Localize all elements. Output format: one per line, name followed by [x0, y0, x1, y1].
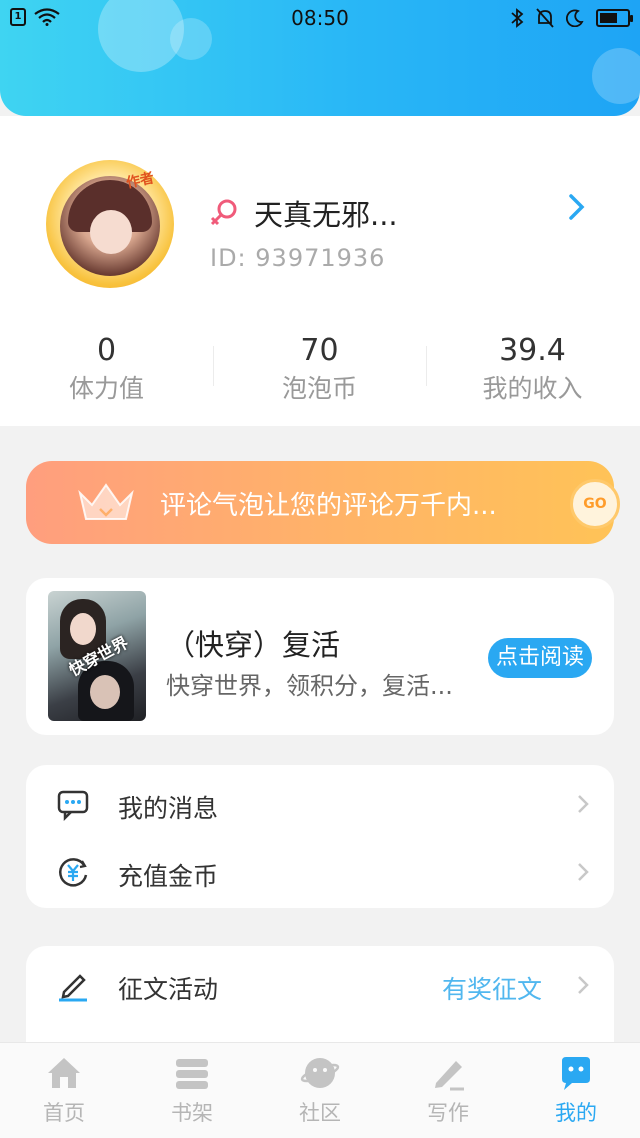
read-button[interactable]: 点击阅读	[488, 638, 592, 678]
menu-label: 征文活动	[118, 975, 219, 1004]
bluetooth-icon	[511, 8, 524, 28]
tab-label: 书架	[171, 1101, 213, 1125]
stat-bubble-coins[interactable]: 70 泡泡币	[213, 332, 426, 412]
decor-bubble	[592, 48, 640, 104]
stat-label: 泡泡币	[281, 374, 357, 403]
coin-icon	[59, 858, 88, 887]
book-card[interactable]: 快穿世界 （快穿）复活 快穿世界，领积分，复活... 点击阅读	[26, 578, 614, 735]
book-description: 快穿世界，领积分，复活...	[166, 672, 453, 700]
menu-label: 我的消息	[118, 794, 219, 823]
mute-bell-icon	[536, 8, 554, 28]
user-id: ID: 93971936	[210, 244, 386, 272]
chevron-right-icon	[578, 795, 589, 813]
essay-contest-tag: 有奖征文	[442, 975, 543, 1004]
stat-label: 我的收入	[482, 374, 583, 403]
status-right	[510, 8, 633, 28]
menu-item-messages[interactable]: 我的消息	[26, 769, 614, 837]
username: 天真无邪...	[254, 198, 398, 232]
stat-value: 39.4	[499, 333, 566, 368]
bookshelf-icon	[176, 1059, 208, 1089]
promo-banner[interactable]: 评论气泡让您的评论万千内... GO	[26, 461, 620, 544]
chevron-right-icon	[578, 976, 589, 994]
go-button[interactable]: GO	[570, 479, 620, 529]
message-icon	[57, 790, 89, 821]
tab-label: 首页	[43, 1101, 85, 1125]
book-cover[interactable]: 快穿世界	[48, 591, 146, 721]
stat-value: 70	[300, 333, 339, 368]
menu-item-essay-contest[interactable]: 征文活动 有奖征文	[26, 950, 614, 1018]
book-title: （快穿）复活	[166, 628, 341, 662]
menu-item-recharge[interactable]: 充值金币	[26, 837, 614, 905]
chevron-right-icon	[578, 863, 589, 881]
menu-group-primary: 我的消息 充值金币	[26, 765, 614, 908]
battery-level	[600, 13, 617, 23]
username-row[interactable]: 天真无邪...	[208, 192, 398, 234]
tab-label: 我的	[555, 1101, 597, 1125]
crown-icon	[78, 483, 134, 520]
stat-income[interactable]: 39.4 我的收入	[426, 332, 639, 412]
tab-bookshelf[interactable]: 书架	[128, 1043, 256, 1138]
chevron-right-icon[interactable]	[566, 192, 588, 222]
tab-home[interactable]: 首页	[0, 1043, 128, 1138]
stat-value: 0	[96, 333, 117, 368]
tab-label: 社区	[299, 1101, 341, 1125]
avatar-frame	[46, 160, 174, 288]
profile-icon	[562, 1057, 590, 1090]
pen-icon	[59, 974, 87, 1002]
tab-write[interactable]: 写作	[384, 1043, 512, 1138]
write-icon	[435, 1061, 464, 1091]
home-icon	[48, 1058, 80, 1088]
tab-profile[interactable]: 我的	[512, 1043, 640, 1138]
tab-community[interactable]: 社区	[256, 1043, 384, 1138]
stat-label: 体力值	[68, 374, 144, 403]
bottom-tab-bar: 首页 书架 社区 写作 我的	[0, 1042, 640, 1138]
avatar[interactable]: 作者	[46, 160, 174, 288]
status-bar: 1 08:50	[0, 0, 640, 36]
stats-row: 0 体力值 70 泡泡币 39.4 我的收入	[0, 332, 640, 412]
profile-section: 作者 天真无邪... ID: 93971936 0 体力值 70 泡泡币 39.…	[0, 116, 640, 426]
tab-label: 写作	[427, 1101, 469, 1125]
battery-icon	[596, 9, 633, 27]
stat-stamina[interactable]: 0 体力值	[0, 332, 213, 412]
female-gender-icon	[210, 199, 237, 226]
moon-icon	[566, 9, 584, 27]
community-icon	[300, 1058, 340, 1088]
promo-text: 评论气泡让您的评论万千内...	[160, 491, 497, 521]
menu-label: 充值金币	[118, 862, 219, 891]
